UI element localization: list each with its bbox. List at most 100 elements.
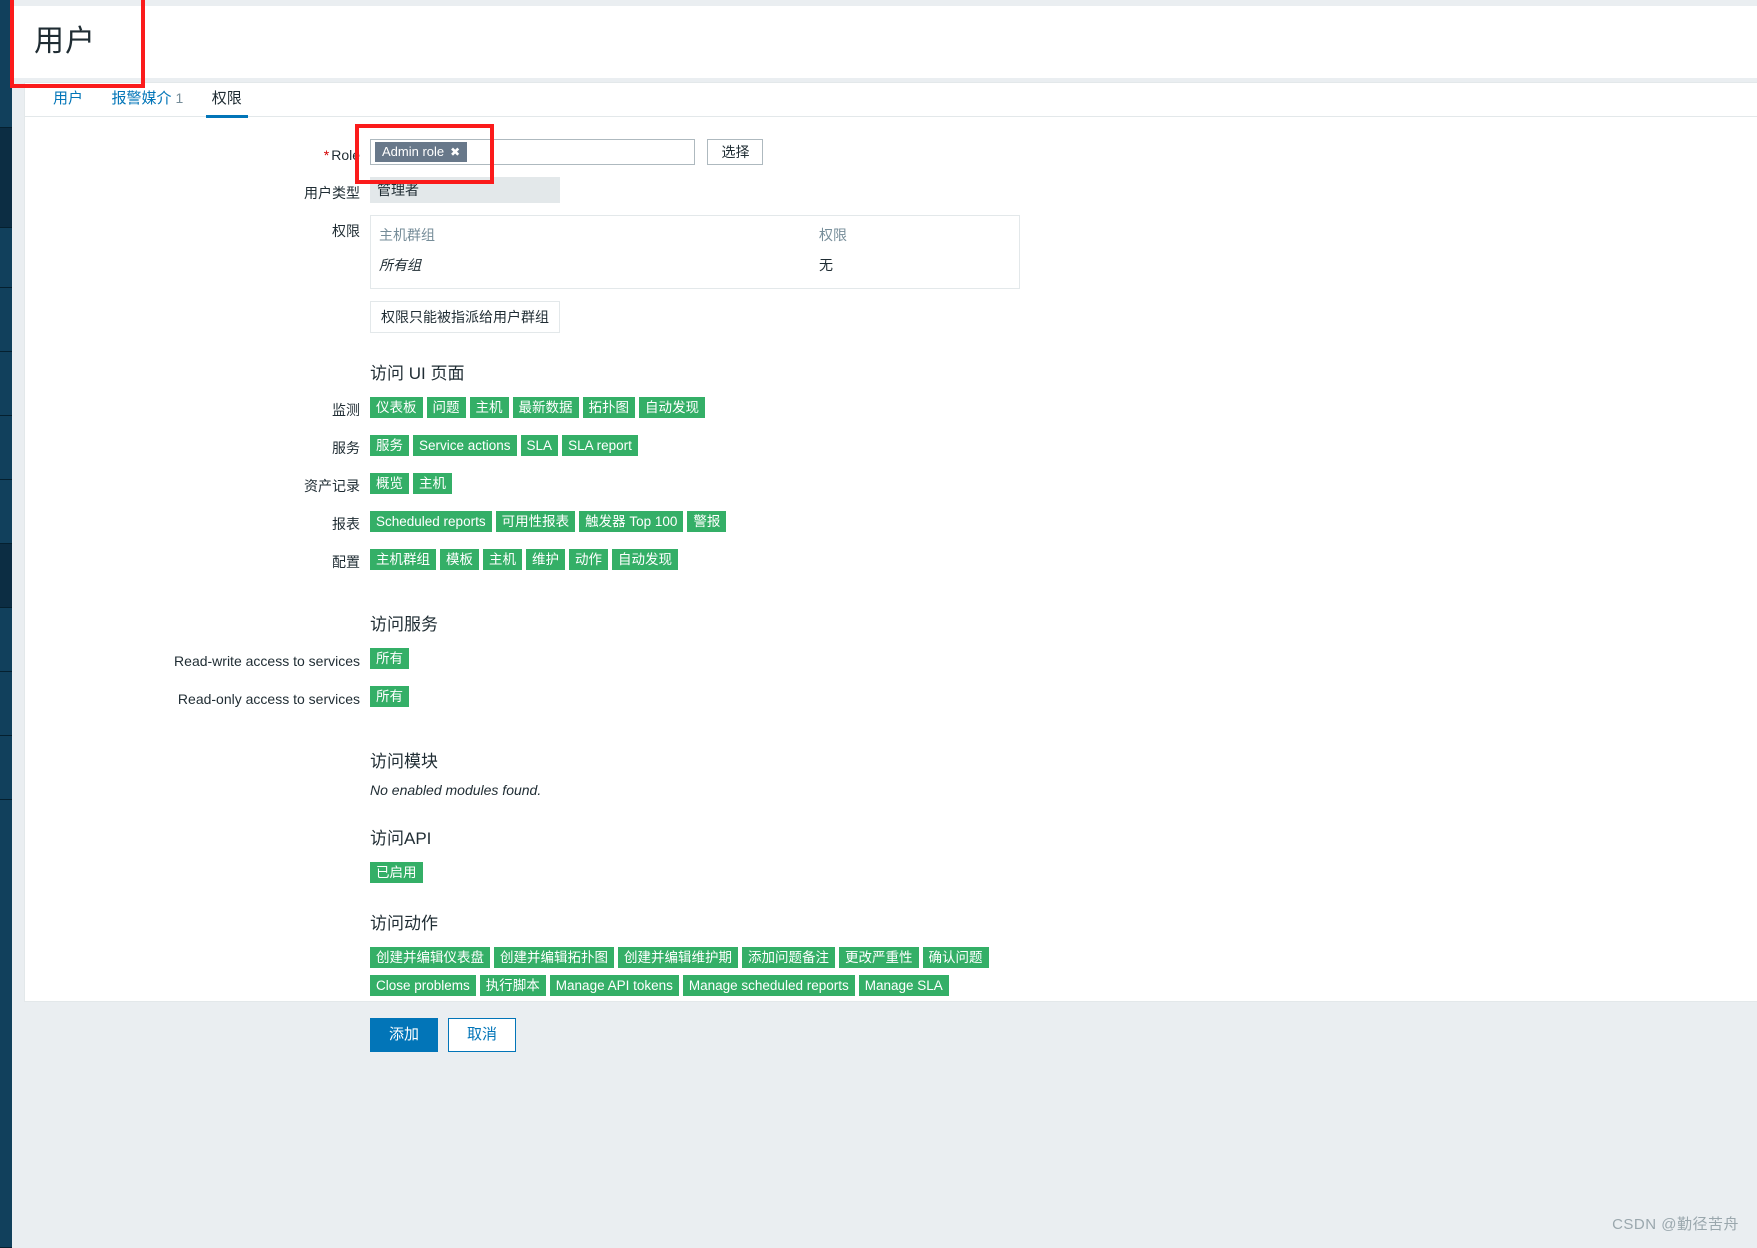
actions-access-tag-3[interactable]: Manage scheduled reports	[682, 975, 855, 996]
ui-access-tag-3[interactable]: 维护	[526, 549, 565, 570]
role-select-button[interactable]: 选择	[707, 139, 764, 165]
sidebar-nav-segment-1[interactable]	[0, 128, 12, 228]
sidebar-nav-segment-5[interactable]	[0, 416, 12, 480]
actions-access-row: 访问动作 创建并编辑仪表盘 创建并编辑拓扑图 创建并编辑维护期 添加问题备注 更改严重性…	[25, 883, 1757, 1052]
services-access-tag-0[interactable]: 所有	[370, 648, 409, 669]
ui-access-tag-2[interactable]: SLA	[520, 435, 559, 456]
app-root: 用户 用户 报警媒介 1 权限 * Role Admin role ✖ 选择 用…	[0, 0, 1757, 1248]
services-tag-list-read-only: 所有	[370, 683, 1757, 707]
sidebar-nav-segment-0[interactable]	[0, 0, 12, 128]
sidebar-nav-segment-7[interactable]	[0, 544, 12, 608]
ui-tag-list-reports: Scheduled reports 可用性报表 触发器 Top 100 警报	[370, 508, 1757, 532]
cancel-button[interactable]: 取消	[448, 1018, 517, 1052]
page-header: 用户	[12, 6, 1757, 78]
role-chip[interactable]: Admin role ✖	[375, 142, 468, 162]
ui-access-tag-2[interactable]: 触发器 Top 100	[579, 511, 684, 532]
ui-group-label-reports: 报表	[332, 516, 360, 532]
ui-group-label-inventory: 资产记录	[304, 478, 360, 494]
modules-access-row: 访问模块 No enabled modules found.	[25, 721, 1757, 798]
cell-permission: 无	[819, 257, 833, 273]
sidebar-nav-segment-4[interactable]	[0, 352, 12, 416]
actions-access-tag-2[interactable]: 创建并编辑维护期	[618, 947, 738, 968]
actions-access-tag-1[interactable]: 创建并编辑拓扑图	[494, 947, 614, 968]
required-marker: *	[323, 147, 330, 163]
sidebar-nav-segment-2[interactable]	[0, 228, 12, 288]
form-row-permissions: 权限 主机群组 权限 所有组 无 权限只能被指派给用户群组 访问 UI 页面	[25, 215, 1757, 394]
services-row-read-write: Read-write access to services 所有	[25, 645, 1757, 673]
actions-access-tag-0[interactable]: Close problems	[370, 975, 476, 996]
services-row-read-only: Read-only access to services 所有	[25, 683, 1757, 711]
permissions-form: * Role Admin role ✖ 选择 用户类型 管理者 权限 主机群组 …	[25, 117, 1757, 1052]
api-access-tag-0[interactable]: 已启用	[370, 862, 423, 883]
ui-access-tag-0[interactable]: 服务	[370, 435, 409, 456]
form-row-user-type: 用户类型 管理者	[25, 177, 1757, 205]
add-button[interactable]: 添加	[370, 1018, 439, 1052]
sidebar-nav-segment-11[interactable]	[0, 800, 12, 1248]
permissions-table: 主机群组 权限 所有组 无	[370, 215, 1020, 289]
ui-access-tag-0[interactable]: 概览	[370, 473, 409, 494]
form-footer-buttons: 添加 取消	[370, 1018, 1757, 1052]
tab-permissions[interactable]: 权限	[200, 84, 254, 118]
tab-media-label: 报警媒介	[111, 90, 172, 107]
ui-access-tag-2[interactable]: 主机	[469, 397, 509, 418]
ui-access-row-inventory: 资产记录 概览 主机	[25, 470, 1757, 498]
ui-access-tag-4[interactable]: 拓扑图	[582, 397, 635, 418]
ui-access-tag-3[interactable]: 最新数据	[512, 397, 579, 418]
ui-group-label-monitoring: 监测	[332, 402, 360, 418]
table-header-row: 主机群组 权限	[371, 220, 1019, 250]
ui-access-tag-0[interactable]: 仪表板	[370, 397, 423, 418]
ui-access-tag-1[interactable]: 主机	[413, 473, 452, 494]
tab-user-label: 用户	[53, 90, 84, 107]
ui-access-tag-0[interactable]: 主机群组	[370, 549, 436, 570]
ui-access-tag-1[interactable]: 模板	[440, 549, 479, 570]
section-heading-services-access: 访问服务	[370, 615, 438, 634]
services-access-tag-0[interactable]: 所有	[370, 686, 409, 707]
ui-access-tag-1[interactable]: 问题	[426, 397, 466, 418]
actions-access-tag-1[interactable]: 执行脚本	[479, 975, 546, 996]
sidebar-nav-segment-8[interactable]	[0, 608, 12, 672]
ui-tag-list-services: 服务 Service actions SLA SLA report	[370, 432, 1757, 456]
services-label-read-write: Read-write access to services	[174, 653, 360, 669]
sidebar-nav-strip[interactable]	[0, 0, 12, 1248]
user-type-label: 用户类型	[304, 185, 360, 201]
watermark: CSDN @勤径苦舟	[1612, 1216, 1739, 1233]
ui-tag-list-configuration: 主机群组 模板 主机 维护 动作 自动发现	[370, 546, 1757, 570]
section-heading-api-access: 访问API	[370, 829, 432, 848]
ui-access-row-reports: 报表 Scheduled reports 可用性报表 触发器 Top 100 警报	[25, 508, 1757, 536]
sidebar-nav-segment-3[interactable]	[0, 288, 12, 352]
close-icon[interactable]: ✖	[450, 143, 460, 161]
ui-access-tag-3[interactable]: SLA report	[562, 435, 638, 456]
role-label: * Role	[25, 139, 370, 167]
actions-access-tag-4[interactable]: 更改严重性	[839, 947, 919, 968]
ui-access-row-configuration: 配置 主机群组 模板 主机 维护 动作 自动发现	[25, 546, 1757, 574]
user-type-value: 管理者	[370, 177, 560, 203]
sidebar-nav-segment-10[interactable]	[0, 736, 12, 800]
ui-access-tag-1[interactable]: Service actions	[413, 435, 517, 456]
ui-access-tag-2[interactable]: 主机	[483, 549, 522, 570]
section-heading-modules-access: 访问模块	[370, 752, 438, 771]
ui-access-tag-5[interactable]: 自动发现	[612, 549, 678, 570]
tab-user[interactable]: 用户	[41, 84, 95, 117]
spacer-label-services	[25, 584, 370, 588]
ui-access-tag-0[interactable]: Scheduled reports	[370, 511, 492, 532]
content-card: 用户 报警媒介 1 权限 * Role Admin role ✖ 选择 用户类型…	[24, 82, 1757, 1052]
ui-access-tag-3[interactable]: 警报	[687, 511, 727, 532]
role-multiselect[interactable]: Admin role ✖	[370, 139, 695, 165]
actions-access-tag-4[interactable]: Manage SLA	[858, 975, 949, 996]
page-title: 用户	[34, 25, 96, 58]
ui-access-tag-5[interactable]: 自动发现	[639, 397, 705, 418]
actions-access-tag-3[interactable]: 添加问题备注	[742, 947, 835, 968]
ui-access-tag-1[interactable]: 可用性报表	[495, 511, 576, 532]
api-tag-list: 已启用	[370, 859, 1757, 883]
actions-access-tag-5[interactable]: 确认问题	[922, 947, 989, 968]
tab-media[interactable]: 报警媒介 1	[99, 83, 195, 117]
sidebar-nav-segment-9[interactable]	[0, 672, 12, 736]
spacer-label-actions	[25, 883, 370, 887]
ui-access-tag-4[interactable]: 动作	[569, 549, 608, 570]
actions-access-tag-0[interactable]: 创建并编辑仪表盘	[370, 947, 490, 968]
ui-group-label-services: 服务	[332, 440, 360, 456]
actions-access-tag-2[interactable]: Manage API tokens	[549, 975, 679, 996]
user-type-field: 管理者	[370, 177, 1757, 203]
spacer-label-modules	[25, 721, 370, 725]
sidebar-nav-segment-6[interactable]	[0, 480, 12, 544]
